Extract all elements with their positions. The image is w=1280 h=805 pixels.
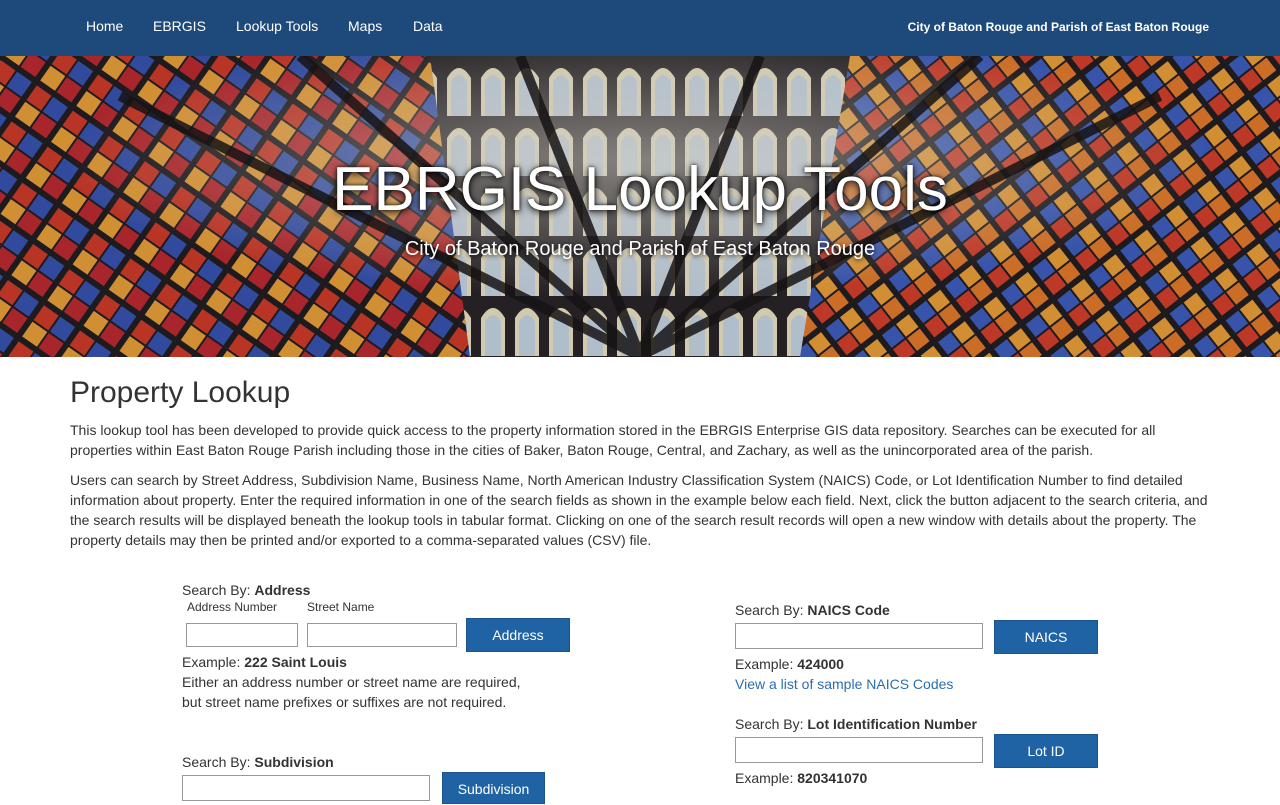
hero-title: EBRGIS Lookup Tools bbox=[332, 155, 948, 224]
subdivision-input[interactable] bbox=[182, 775, 430, 801]
page-title: Property Lookup bbox=[70, 376, 291, 409]
hero-subtitle: City of Baton Rouge and Parish of East B… bbox=[404, 238, 876, 260]
instructions-paragraph: Users can search by Street Address, Subd… bbox=[70, 472, 1208, 548]
street-name-input[interactable] bbox=[307, 623, 457, 647]
naics-sample-codes-link[interactable]: View a list of sample NAICS Codes bbox=[735, 676, 953, 692]
subdivision-search-button[interactable]: Subdivision bbox=[442, 772, 545, 804]
nav-lookup-tools[interactable]: Lookup Tools bbox=[236, 18, 318, 34]
lot-id-input[interactable] bbox=[735, 737, 983, 763]
top-navbar: Home EBRGIS Lookup Tools Maps Data City … bbox=[0, 0, 1280, 56]
address-search-button[interactable]: Address bbox=[466, 618, 570, 652]
address-number-label: Address Number bbox=[187, 600, 278, 614]
address-note-line1: Either an address number or street name … bbox=[182, 674, 521, 690]
hero-banner: EBRGIS Lookup Tools City of Baton Rouge … bbox=[0, 56, 1280, 357]
address-example: Example: 222 Saint Louis bbox=[182, 654, 347, 670]
naics-search-label: Search By: NAICS Code bbox=[735, 602, 890, 618]
lot-id-search-label: Search By: Lot Identification Number bbox=[735, 716, 977, 732]
lot-id-search-button[interactable]: Lot ID bbox=[994, 734, 1098, 768]
naics-search-button[interactable]: NAICS bbox=[994, 620, 1098, 654]
site-org-name: City of Baton Rouge and Parish of East B… bbox=[907, 20, 1209, 34]
nav-home[interactable]: Home bbox=[86, 18, 123, 34]
naics-input[interactable] bbox=[735, 623, 983, 649]
subdivision-search-label: Search By: Subdivision bbox=[182, 754, 334, 770]
address-search-label: Search By: Address bbox=[182, 582, 311, 598]
lot-id-example: Example: 820341070 bbox=[735, 770, 868, 786]
nav-maps[interactable]: Maps bbox=[348, 18, 382, 34]
nav-ebrgis[interactable]: EBRGIS bbox=[153, 18, 206, 34]
nav-data[interactable]: Data bbox=[413, 18, 443, 34]
address-number-input[interactable] bbox=[186, 623, 298, 647]
address-note-line2: but street name prefixes or suffixes are… bbox=[182, 694, 507, 710]
naics-example: Example: 424000 bbox=[735, 656, 844, 672]
street-name-label: Street Name bbox=[307, 600, 375, 614]
intro-paragraph: This lookup tool has been developed to p… bbox=[70, 422, 1156, 458]
